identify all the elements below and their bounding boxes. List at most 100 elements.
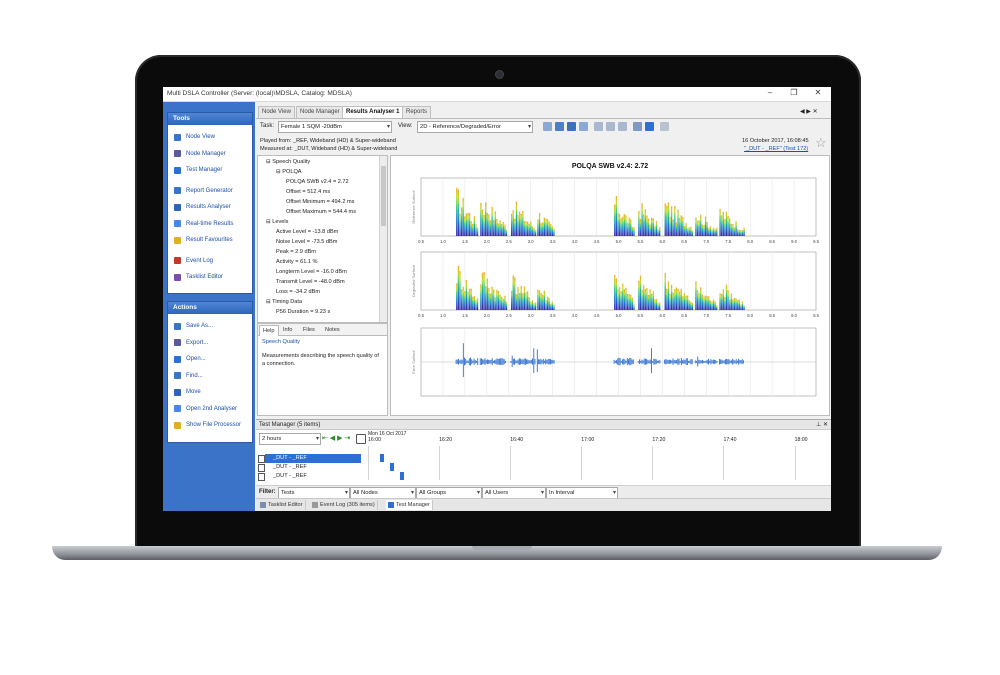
maximize-icon[interactable]: ❐ <box>787 88 801 97</box>
tool-event-log[interactable]: Event Log <box>168 253 252 270</box>
tree-node[interactable]: Peak = 2.9 dBm <box>276 249 316 255</box>
action-find[interactable]: Find... <box>168 368 252 385</box>
test-doc-icon <box>258 455 265 463</box>
tab-notes[interactable]: Notes <box>322 325 343 335</box>
action-show-file-processor[interactable]: Show File Processor <box>168 417 252 434</box>
tab-results-analyser[interactable]: Results Analyser 1 <box>342 106 404 118</box>
tab-event-log[interactable]: Event Log (305 items) <box>310 500 378 510</box>
tree-node[interactable]: Noise Level = -73.5 dBm <box>276 239 337 245</box>
test-row[interactable]: _DUT - _REF <box>258 472 361 481</box>
spectrum-bar <box>467 213 469 236</box>
test-run-block[interactable] <box>380 454 384 462</box>
timeline-gridline <box>368 446 369 480</box>
tool-result-favourites[interactable]: Result Favourites <box>168 232 252 249</box>
chart-x-tick: 9.5 <box>813 313 819 318</box>
spectrum-bar <box>647 218 650 236</box>
filter-bar: Filter: Tests ▾ All Nodes ▾ All Groups ▾ All U… <box>256 485 831 499</box>
toolbar-btn-4-icon[interactable] <box>579 122 588 131</box>
spectrum-bar <box>651 293 653 310</box>
tab-files[interactable]: Files <box>300 325 318 335</box>
spectrum-bar <box>614 204 616 236</box>
spectrum-bar <box>514 277 516 310</box>
timeline-time-label: 16:00 <box>368 437 381 443</box>
tool-node-view[interactable]: Node View <box>168 129 252 146</box>
spectrum-bar <box>644 209 646 236</box>
tree-node[interactable]: ⊟ Timing Data <box>266 299 302 305</box>
toolbar-btn-6-icon[interactable] <box>606 122 615 131</box>
tab-test-manager[interactable]: Test Manager <box>386 500 433 510</box>
tree-node[interactable]: Active Level = -13.8 dBm <box>276 229 338 235</box>
toolbar-btn-3-icon[interactable] <box>567 122 576 131</box>
tab-nav-arrows-icon[interactable]: ◀ ▶ ✕ <box>800 108 818 115</box>
tree-scroll-thumb[interactable] <box>381 166 386 226</box>
tab-help[interactable]: Help <box>259 325 279 336</box>
spectrum-bar <box>657 303 659 310</box>
tool-tasklist-editor[interactable]: Tasklist Editor <box>168 269 252 286</box>
filter-value: In Interval <box>549 490 575 496</box>
chart-x-tick: 0.5 <box>418 239 424 244</box>
tab-tasklist-editor[interactable]: Tasklist Editor <box>258 500 306 510</box>
favourite-star-icon[interactable]: ☆ <box>815 135 827 151</box>
tool-report-generator[interactable]: Report Generator <box>168 183 252 200</box>
tree-node[interactable]: Activity = 61.1 % <box>276 259 318 265</box>
minimize-icon[interactable]: – <box>763 88 777 97</box>
test-row[interactable]: _DUT - _REF <box>258 454 361 463</box>
test-run-block[interactable] <box>390 463 394 471</box>
tab-reports[interactable]: Reports <box>402 106 432 118</box>
timeline-nav-icon[interactable]: ⇤ ◀ ▶ ⇥ <box>322 434 350 442</box>
tool-real-time-results[interactable]: Real-time Results <box>168 216 252 233</box>
toolbar-btn-5-icon[interactable] <box>594 122 603 131</box>
tree-node[interactable]: Longterm Level = -16.0 dBm <box>276 269 347 275</box>
tool-test-manager[interactable]: Test Manager <box>168 162 252 179</box>
tree-node[interactable]: Offset Maximum = 544.4 ms <box>286 209 356 215</box>
close-icon[interactable]: ✕ <box>811 88 825 97</box>
spectrum-bar <box>737 229 739 236</box>
tool-label: Result Favourites <box>186 237 233 244</box>
tree-node[interactable]: ⊟ POLQA <box>276 169 302 175</box>
test-run-block[interactable] <box>400 472 404 480</box>
tree-node[interactable]: P56 Duration = 9.23 s <box>276 309 330 315</box>
spectrum-bar <box>545 218 547 236</box>
tool-node-manager[interactable]: Node Manager <box>168 146 252 163</box>
time-range-select[interactable]: 2 hours ▾ <box>259 433 321 445</box>
filter-value: Tests <box>281 490 295 496</box>
toolbar-btn-7-icon[interactable] <box>618 122 627 131</box>
tree-node[interactable]: POLQA SWB v2.4 = 2.72 <box>286 179 349 185</box>
toolbar-btn-1-icon[interactable] <box>543 122 552 131</box>
action-export[interactable]: Export... <box>168 335 252 352</box>
tree-node[interactable]: Loss = -34.2 dBm <box>276 289 320 295</box>
tab-node-view[interactable]: Node View <box>258 106 295 118</box>
test-link[interactable]: "_DUT - _REF" (Test 172) <box>744 146 808 152</box>
chart-x-tick: 2.0 <box>484 313 490 318</box>
event-log-icon <box>174 257 181 265</box>
toolbar-btn-10-icon[interactable] <box>660 122 669 131</box>
help-tab-strip: Help Info Files Notes <box>258 324 387 336</box>
test-row[interactable]: _DUT - _REF <box>258 463 361 472</box>
calendar-icon[interactable] <box>356 434 366 444</box>
tab-info[interactable]: Info <box>280 325 295 335</box>
task-select[interactable]: Female 1 SQM -20dBm ▾ <box>278 121 392 133</box>
results-tree: ⊟ Speech Quality ⊟ POLQA POLQA SWB v2.4 = … <box>257 155 388 323</box>
spectrum-bar <box>462 197 464 236</box>
spectrum-bar <box>708 296 710 310</box>
tab-node-manager[interactable]: Node Manager <box>296 106 344 118</box>
action-open[interactable]: Open... <box>168 351 252 368</box>
toolbar-btn-9-icon[interactable] <box>645 122 654 131</box>
action-save-as[interactable]: Save As... <box>168 318 252 335</box>
toolbar-btn-8-icon[interactable] <box>633 122 642 131</box>
tool-results-analyser[interactable]: Results Analyser <box>168 199 252 216</box>
tree-node[interactable]: Transmit Level = -48.0 dBm <box>276 279 345 285</box>
tree-node-label: Timing Data <box>272 299 303 305</box>
action-move[interactable]: Move <box>168 384 252 401</box>
spectrum-bar <box>740 229 742 236</box>
toolbar-btn-2-icon[interactable] <box>555 122 564 131</box>
tree-node[interactable]: Offset Minimum = 494.2 ms <box>286 199 354 205</box>
tree-scrollbar[interactable] <box>379 156 387 322</box>
view-select[interactable]: 2D - Reference/Degraded/Error ▾ <box>417 121 533 133</box>
spectrum-bar <box>674 289 676 310</box>
tree-node[interactable]: Offset = 512.4 ms <box>286 189 330 195</box>
action-open-2nd-analyser[interactable]: Open 2nd Analyser <box>168 401 252 418</box>
tree-node[interactable]: ⊟ Levels <box>266 219 288 225</box>
tree-node[interactable]: ⊟ Speech Quality <box>266 159 310 165</box>
pin-close-icon[interactable]: ⊥ ✕ <box>816 420 828 430</box>
